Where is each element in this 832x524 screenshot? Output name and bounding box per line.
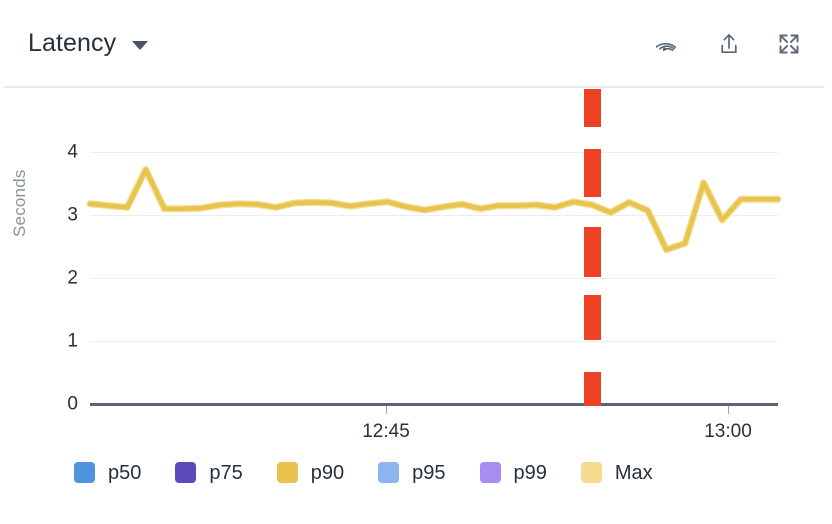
latency-chart-panel: Latency Seconds 0 1 2 3 4 12:45 13:00 p5…: [0, 0, 832, 524]
legend-item[interactable]: Max: [580, 461, 653, 484]
event-marker-segment[interactable]: [584, 295, 601, 340]
legend-item-label: p50: [108, 461, 142, 484]
legend-item-label: p75: [209, 461, 243, 484]
legend-item[interactable]: p99: [479, 461, 547, 484]
panel-header: Latency: [0, 0, 832, 87]
legend-swatch: [175, 462, 197, 483]
legend-item[interactable]: p50: [74, 462, 141, 483]
legend-swatch: [378, 462, 400, 483]
series-path-group: [86, 166, 782, 254]
header-actions: [654, 29, 804, 59]
legend-item-label: p95: [412, 461, 446, 484]
legend-item-label: p90: [310, 461, 345, 484]
legend-swatch: [479, 462, 501, 483]
chevron-down-icon[interactable]: [132, 40, 149, 50]
event-marker-segment[interactable]: [584, 227, 601, 277]
live-broadcast-icon[interactable]: [654, 29, 684, 59]
event-marker-segment[interactable]: [584, 372, 601, 406]
chart-plot-area: Seconds 01234 12:45 13:00: [0, 87, 832, 447]
legend-item[interactable]: p95: [378, 461, 446, 484]
legend-item-label: Max: [614, 461, 653, 484]
page-title: Latency: [28, 29, 117, 57]
x-axis-tick: [728, 406, 729, 414]
legend-swatch: [74, 462, 95, 483]
event-marker-segment[interactable]: [584, 89, 601, 127]
x-axis-tick-label: 12:45: [362, 421, 410, 442]
chart-legend: p50 p75 p90 p95 p99 Max: [74, 462, 653, 483]
panel-title-dropdown[interactable]: Latency: [28, 29, 149, 57]
x-axis-tick: [386, 406, 387, 414]
legend-swatch: [580, 462, 602, 483]
legend-item[interactable]: p90: [276, 461, 345, 484]
series-lines: [86, 166, 782, 254]
legend-item[interactable]: p75: [175, 461, 243, 484]
expand-fullscreen-icon[interactable]: [774, 29, 804, 59]
legend-item-label: p99: [513, 461, 547, 484]
series-line-p90: [87, 167, 781, 252]
legend-swatch: [276, 462, 298, 483]
upload-share-icon[interactable]: [714, 29, 744, 59]
event-marker-segment[interactable]: [584, 149, 601, 197]
x-axis-tick-label: 13:00: [704, 421, 752, 442]
